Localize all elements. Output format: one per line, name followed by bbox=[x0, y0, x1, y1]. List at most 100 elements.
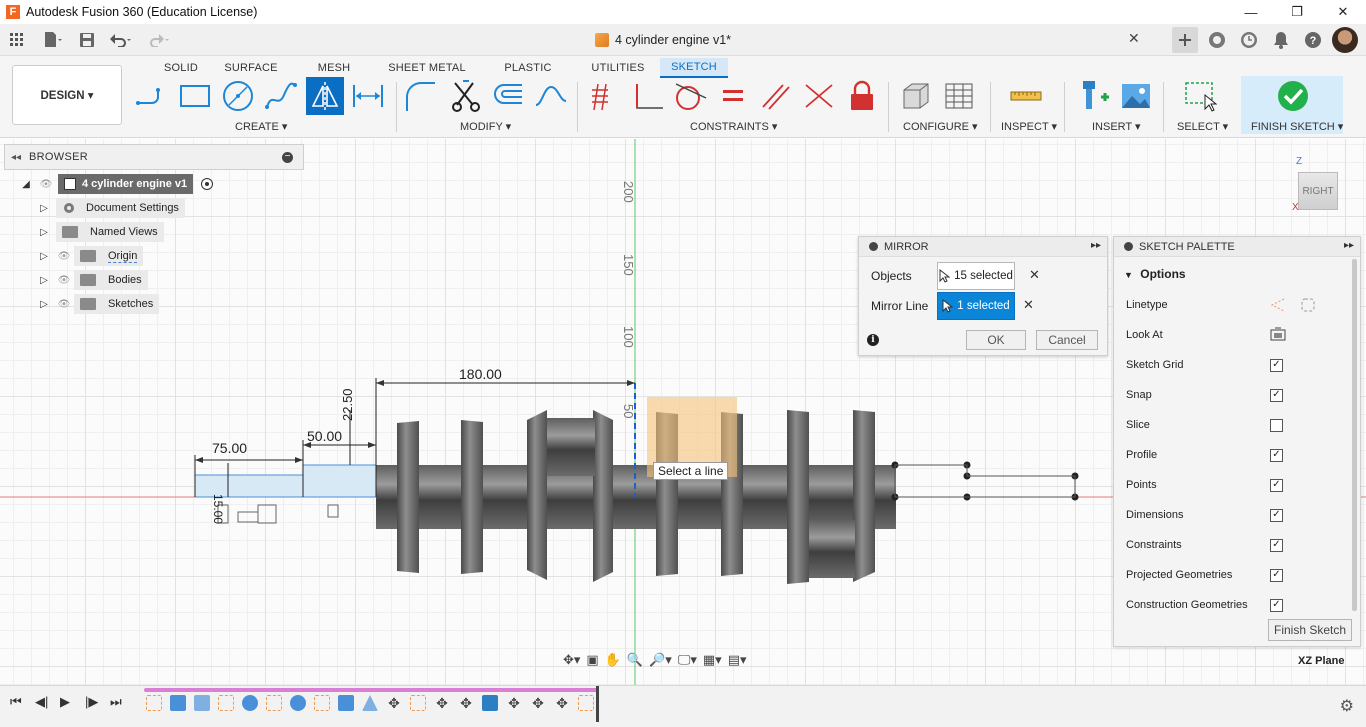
parallel-constraint-icon[interactable] bbox=[758, 78, 794, 114]
save-icon[interactable] bbox=[74, 27, 100, 53]
timeline-move-icon[interactable]: ✥ bbox=[458, 695, 474, 711]
go-to-start-icon[interactable]: ⏮ bbox=[10, 694, 22, 710]
expand-triangle-icon[interactable]: ▷ bbox=[36, 203, 52, 214]
create-group-label[interactable]: CREATE ▾ bbox=[235, 120, 287, 133]
orbit-icon[interactable]: ✥▾ bbox=[563, 652, 580, 668]
dimension-tool-icon[interactable] bbox=[350, 78, 386, 114]
tab-mesh[interactable]: MESH bbox=[294, 58, 374, 78]
extensions-icon[interactable] bbox=[1204, 27, 1230, 53]
look-at-icon[interactable] bbox=[1270, 327, 1286, 341]
rectangle-tool-icon[interactable] bbox=[177, 78, 213, 114]
job-status-clock-icon[interactable] bbox=[1236, 27, 1262, 53]
collapse-triangle-icon[interactable]: ◢ bbox=[18, 179, 34, 190]
modify-group-label[interactable]: MODIFY ▾ bbox=[460, 120, 511, 133]
browser-item-named-views[interactable]: ▷ Named Views bbox=[36, 221, 164, 243]
dimensions-checkbox[interactable]: ✓ bbox=[1270, 508, 1283, 522]
insert-canvas-image-icon[interactable] bbox=[1118, 78, 1154, 114]
mirror-dialog-header[interactable]: MIRROR ▸▸ bbox=[859, 237, 1107, 257]
dialog-minimize-icon[interactable] bbox=[869, 242, 878, 251]
browser-item-bodies[interactable]: ▷ 👁 Bodies bbox=[36, 269, 148, 291]
look-at-nav-icon[interactable]: ▣ bbox=[586, 652, 598, 668]
objects-selection-button[interactable]: 15 selected bbox=[937, 262, 1015, 290]
help-icon[interactable]: ? bbox=[1300, 27, 1326, 53]
select-group-label[interactable]: SELECT ▾ bbox=[1177, 120, 1228, 133]
visibility-eye-icon[interactable]: 👁 bbox=[56, 299, 72, 310]
conic-curve-tool-icon[interactable] bbox=[533, 78, 569, 114]
insert-group-label[interactable]: INSERT ▾ bbox=[1092, 120, 1141, 133]
dimension-50[interactable]: 50.00 bbox=[307, 428, 342, 444]
expand-palette-icon[interactable]: ▸▸ bbox=[1344, 240, 1354, 251]
configure-table-icon[interactable] bbox=[941, 78, 977, 114]
timeline-fillet-icon[interactable] bbox=[290, 695, 306, 711]
undo-icon[interactable] bbox=[108, 27, 134, 53]
inspect-group-label[interactable]: INSPECT ▾ bbox=[1001, 120, 1057, 133]
expand-triangle-icon[interactable]: ▷ bbox=[36, 251, 52, 262]
tab-sketch[interactable]: SKETCH bbox=[660, 58, 728, 78]
timeline-combine-icon[interactable] bbox=[482, 695, 498, 711]
timeline-extrude-icon[interactable] bbox=[338, 695, 354, 711]
timeline-move-icon[interactable]: ✥ bbox=[530, 695, 546, 711]
tab-sheet-metal[interactable]: SHEET METAL bbox=[374, 58, 480, 78]
sketch-grid-checkbox[interactable]: ✓ bbox=[1270, 358, 1283, 372]
timeline-sketch-icon[interactable] bbox=[314, 695, 330, 711]
slice-checkbox[interactable] bbox=[1270, 418, 1283, 432]
restore-button[interactable]: ❐ bbox=[1274, 0, 1320, 24]
change-parameters-icon[interactable] bbox=[897, 78, 933, 114]
timeline-settings-gear-icon[interactable]: ⚙ bbox=[1340, 696, 1354, 716]
collapse-options-triangle-icon[interactable]: ▼ bbox=[1124, 270, 1133, 280]
close-window-button[interactable]: ✕ bbox=[1320, 0, 1366, 24]
browser-panel-header[interactable]: ◂◂ BROWSER − bbox=[4, 144, 304, 170]
fix-lock-icon[interactable] bbox=[844, 78, 880, 114]
expand-triangle-icon[interactable]: ▷ bbox=[36, 227, 52, 238]
projected-geometries-checkbox[interactable]: ✓ bbox=[1270, 568, 1283, 582]
pan-hand-icon[interactable]: ✋ bbox=[605, 652, 621, 668]
tab-surface[interactable]: SURFACE bbox=[208, 58, 294, 78]
palette-minimize-icon[interactable] bbox=[1124, 242, 1133, 251]
perpendicular-constraint-icon[interactable] bbox=[630, 78, 666, 114]
spline-tool-icon[interactable] bbox=[263, 78, 299, 114]
play-icon[interactable]: ▶ bbox=[60, 694, 70, 710]
constraints-group-label[interactable]: CONSTRAINTS ▾ bbox=[690, 120, 777, 133]
mirror-tool-icon[interactable] bbox=[306, 77, 344, 115]
sketch-points[interactable] bbox=[891, 461, 1079, 501]
activate-component-icon[interactable] bbox=[201, 178, 214, 190]
browser-item-sketches[interactable]: ▷ 👁 Sketches bbox=[36, 293, 160, 315]
offset-tool-icon[interactable] bbox=[490, 78, 526, 114]
minimize-button[interactable]: — bbox=[1228, 0, 1274, 24]
view-cube[interactable]: Z RIGHT X bbox=[1290, 156, 1352, 216]
app-grid-icon[interactable] bbox=[4, 27, 30, 53]
collapse-browser-icon[interactable]: ◂◂ bbox=[11, 152, 21, 163]
expand-triangle-icon[interactable]: ▷ bbox=[36, 275, 52, 286]
browser-root-node[interactable]: ◢ 👁 4 cylinder engine v1 bbox=[18, 173, 214, 195]
configure-group-label[interactable]: CONFIGURE ▾ bbox=[903, 120, 978, 133]
profile-checkbox[interactable]: ✓ bbox=[1270, 448, 1283, 462]
go-to-end-icon[interactable]: ⏭ bbox=[110, 694, 122, 710]
palette-scrollbar[interactable] bbox=[1352, 259, 1357, 611]
points-checkbox[interactable]: ✓ bbox=[1270, 478, 1283, 492]
coincident-constraint-icon[interactable] bbox=[585, 78, 621, 114]
ok-button[interactable]: OK bbox=[966, 330, 1026, 350]
timeline-revolve-icon[interactable] bbox=[194, 695, 210, 711]
timeline-sketch-icon[interactable] bbox=[218, 695, 234, 711]
equal-constraint-icon[interactable] bbox=[715, 78, 751, 114]
new-tab-plus-icon[interactable] bbox=[1172, 27, 1198, 53]
dimension-22-5[interactable]: 22.50 bbox=[340, 388, 355, 421]
step-back-icon[interactable]: ◀| bbox=[35, 694, 48, 710]
dimension-15[interactable]: 15.00 bbox=[211, 494, 225, 524]
timeline-mirror-icon[interactable] bbox=[362, 695, 378, 711]
browser-item-document-settings[interactable]: ▷ Document Settings bbox=[36, 197, 185, 219]
tab-solid[interactable]: SOLID bbox=[150, 58, 208, 78]
view-cube-face-right[interactable]: RIGHT bbox=[1298, 172, 1338, 210]
constraints-checkbox[interactable]: ✓ bbox=[1270, 538, 1283, 552]
tab-plastic[interactable]: PLASTIC bbox=[480, 58, 576, 78]
options-section-header[interactable]: ▼ Options bbox=[1124, 267, 1186, 281]
redo-icon[interactable] bbox=[146, 27, 172, 53]
centerline-linetype-icon[interactable] bbox=[1300, 297, 1316, 313]
tab-utilities[interactable]: UTILITIES bbox=[576, 58, 660, 78]
expand-dialog-icon[interactable]: ▸▸ bbox=[1091, 240, 1101, 251]
cancel-button[interactable]: Cancel bbox=[1036, 330, 1098, 350]
visibility-eye-icon[interactable]: 👁 bbox=[56, 275, 72, 286]
clear-mirror-line-icon[interactable]: ✕ bbox=[1023, 297, 1034, 313]
dimension-75[interactable]: 75.00 bbox=[212, 440, 247, 456]
construction-geometries-checkbox[interactable]: ✓ bbox=[1270, 598, 1283, 612]
